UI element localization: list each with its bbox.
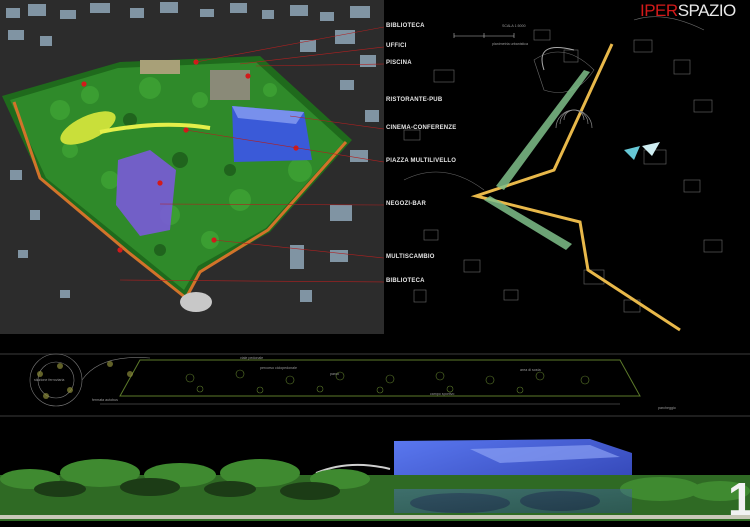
brand-logo: IPERSPAZIO [640, 1, 736, 21]
sheet-number: 1 [728, 473, 750, 525]
plan-annotation-park: parco [330, 372, 339, 376]
site-plan-drawing [0, 334, 750, 429]
label-negozi-bar: NEGOZI-BAR [386, 201, 426, 207]
label-piazza-multilivello: PIAZZA MULTILIVELLO [386, 158, 457, 164]
plan-annotation-sport: campo sportivo [430, 392, 455, 396]
urban-plan-panel: SCALA 1:5000 planimetria urbanistica SCA… [384, 0, 750, 344]
label-piscina: PISCINA [386, 60, 412, 66]
label-biblioteca-top: BIBLIOTECA [386, 23, 425, 29]
presentation-board: SCALA 1:5000 planimetria urbanistica SCA… [0, 0, 750, 527]
map-scale-top: SCALA 1:5000 [502, 24, 526, 28]
site-plan-strip: stazione ferroviaria viale pedonale parc… [0, 334, 750, 429]
brand-iper: IPER [640, 1, 678, 20]
aerial-render-panel [0, 0, 384, 334]
label-ristorante-pub: RISTORANTE-PUB [386, 97, 443, 103]
aerial-render-illustration [0, 0, 384, 334]
elevation-strip [0, 429, 750, 527]
urban-plan-drawing [384, 0, 750, 334]
elevation-render [0, 429, 750, 527]
label-cinema-conferenze: CINEMA-CONFERENZE [386, 125, 457, 131]
plan-annotation-station: stazione ferroviaria [34, 378, 65, 382]
label-uffici: UFFICI [386, 43, 407, 49]
plan-annotation-parking: parcheggio [658, 406, 676, 410]
plan-annotation-pedestrian: viale pedonale [240, 356, 264, 360]
plan-annotation-rest: area di sosta [520, 368, 541, 372]
brand-spazio: SPAZIO [677, 1, 737, 20]
label-multiscambio: MULTISCAMBIO [386, 254, 435, 260]
map-caption-top: planimetria urbanistica [492, 42, 528, 46]
label-biblioteca-bottom: BIBLIOTECA [386, 278, 425, 284]
plan-annotation-cycle: percorso ciclopedonale [260, 366, 297, 370]
plan-annotation-bus: fermata autobus [92, 398, 118, 402]
